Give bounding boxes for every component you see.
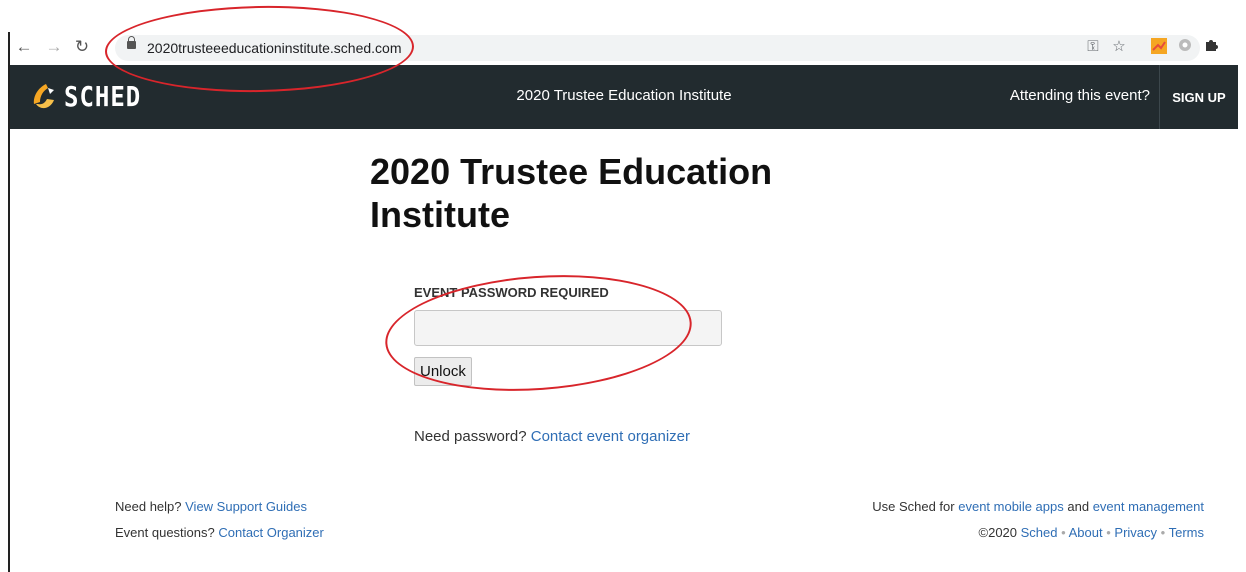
star-icon[interactable]: ☆ [1110, 38, 1128, 56]
extension-circle-icon[interactable] [1176, 38, 1194, 56]
need-password-text: Need password? [414, 428, 527, 445]
mobile-apps-link[interactable]: event mobile apps [958, 499, 1064, 514]
help-text: Need help? [115, 499, 182, 514]
questions-text: Event questions? [115, 525, 215, 540]
support-guides-link[interactable]: View Support Guides [185, 499, 307, 514]
reload-icon[interactable]: ↻ [72, 37, 92, 57]
address-bar[interactable]: 2020trusteeeducationinstitute.sched.com [115, 35, 1200, 61]
puzzle-icon[interactable] [1202, 38, 1220, 56]
page-title: 2020 Trustee Education Institute [370, 151, 773, 235]
signup-button[interactable]: SIGN UP [1159, 65, 1238, 129]
contact-organizer-link[interactable]: Contact Organizer [218, 525, 324, 540]
key-icon[interactable]: ⚿ [1084, 38, 1102, 56]
url-text: 2020trusteeeducationinstitute.sched.com [147, 40, 402, 56]
lock-icon [127, 36, 136, 49]
forward-arrow-icon[interactable]: → [44, 37, 64, 57]
event-management-link[interactable]: event management [1093, 499, 1204, 514]
and-text: and [1067, 499, 1090, 514]
separator: • [1160, 525, 1166, 540]
about-link[interactable]: About [1069, 525, 1103, 540]
footer-right: Use Sched for event mobile apps and even… [872, 494, 1204, 546]
need-password-line: Need password? Contact event organizer [414, 428, 690, 445]
password-label: EVENT PASSWORD REQUIRED [414, 285, 609, 300]
separator: • [1061, 525, 1066, 540]
browser-toolbar: ← → ↻ 2020trusteeeducationinstitute.sche… [8, 32, 1246, 65]
contact-event-organizer-link[interactable]: Contact event organizer [531, 428, 690, 445]
back-arrow-icon[interactable]: ← [14, 37, 34, 57]
separator: • [1106, 525, 1111, 540]
sched-link[interactable]: Sched [1021, 525, 1058, 540]
page-left-border [8, 129, 10, 572]
attending-prompt: Attending this event? [1009, 87, 1150, 104]
use-sched-text: Use Sched for [872, 499, 955, 514]
extension-icon[interactable] [1150, 38, 1168, 56]
copyright-text: ©2020 [978, 525, 1018, 540]
terms-link[interactable]: Terms [1169, 525, 1204, 540]
unlock-button[interactable]: Unlock [414, 357, 472, 386]
password-input[interactable] [414, 310, 722, 346]
footer-left: Need help? View Support Guides Event que… [115, 494, 324, 546]
site-header: SCHED 2020 Trustee Education Institute A… [8, 65, 1238, 129]
privacy-link[interactable]: Privacy [1114, 525, 1157, 540]
